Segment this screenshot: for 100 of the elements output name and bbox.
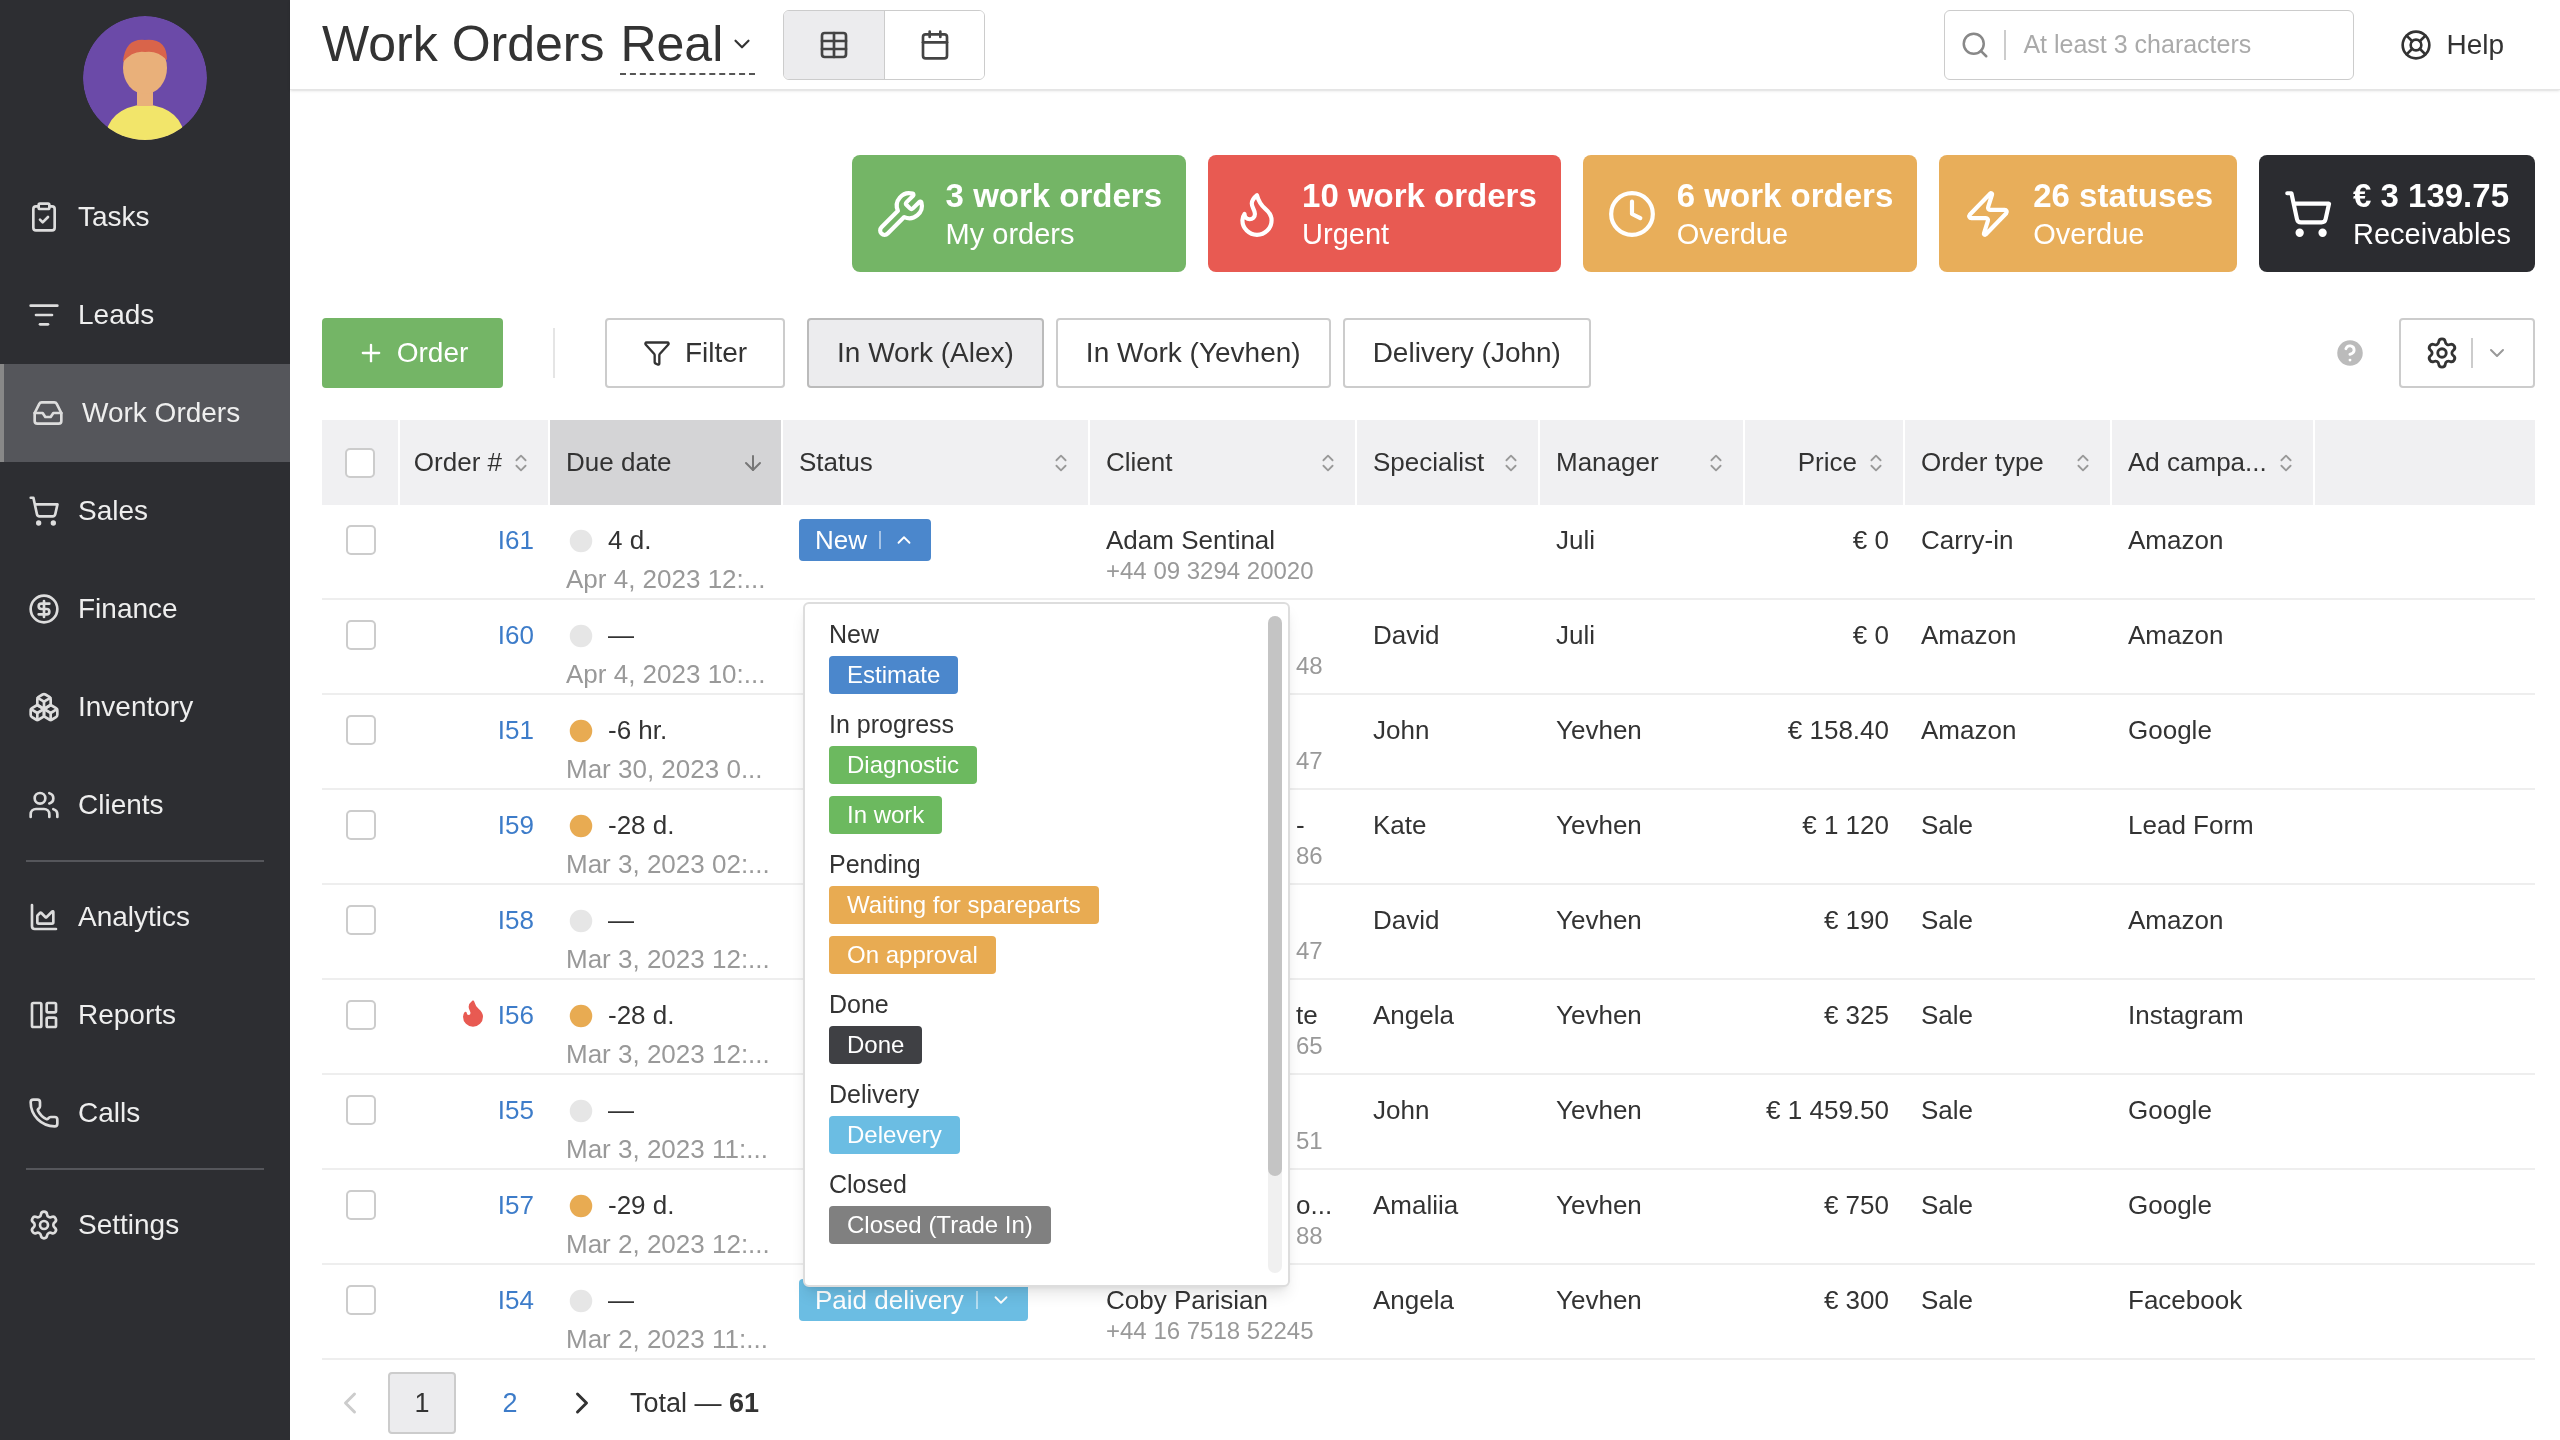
table-cell-text: Sale xyxy=(1921,1094,1974,1127)
column-header[interactable]: Status xyxy=(783,420,1090,505)
sidebar-item[interactable]: Sales xyxy=(0,462,290,560)
due-date: Mar 3, 2023 12:... xyxy=(566,1038,767,1071)
clock-icon xyxy=(1606,188,1657,239)
search-field[interactable]: At least 3 characters xyxy=(1944,9,2355,80)
status-dropdown[interactable]: New xyxy=(799,519,931,561)
card-title: 10 work orders xyxy=(1302,175,1537,216)
table-cell-text: Sale xyxy=(1921,904,1974,937)
due-date: Mar 3, 2023 11:... xyxy=(566,1133,767,1166)
status-group-label: Delivery xyxy=(829,1079,920,1110)
column-header[interactable]: Client xyxy=(1090,420,1357,505)
due-text: — xyxy=(608,1284,634,1317)
row-checkbox[interactable] xyxy=(346,1000,376,1030)
column-header[interactable]: Manager xyxy=(1540,420,1745,505)
row-checkbox[interactable] xyxy=(346,1095,376,1125)
table-cell-text: Amazon xyxy=(2128,524,2224,557)
filter-button[interactable]: Filter xyxy=(605,318,785,388)
status-group-label: Closed xyxy=(829,1169,907,1200)
client-phone: 51 xyxy=(1296,1126,1323,1156)
sidebar-item[interactable]: Settings xyxy=(0,1176,290,1274)
panels-icon xyxy=(28,999,60,1031)
order-link[interactable]: I55 xyxy=(497,1091,534,1130)
table-cell-text: Lead Form xyxy=(2128,809,2254,842)
select-all-checkbox[interactable] xyxy=(345,447,375,478)
order-link[interactable]: I54 xyxy=(497,1281,534,1320)
order-link[interactable]: I57 xyxy=(497,1186,534,1225)
order-link[interactable]: I59 xyxy=(497,806,534,845)
order-link[interactable]: I60 xyxy=(497,616,534,655)
due-text: -6 hr. xyxy=(608,714,668,747)
settings-button[interactable] xyxy=(2399,318,2535,388)
table-cell-text: € 750 xyxy=(1823,1189,1889,1222)
order-link[interactable]: I58 xyxy=(497,901,534,940)
sidebar-item[interactable]: Analytics xyxy=(0,868,290,966)
sidebar-item[interactable]: Inventory xyxy=(0,658,290,756)
sidebar-item[interactable]: Tasks xyxy=(0,168,290,266)
table-cell-text: Sale xyxy=(1921,1189,1974,1222)
table-cell-text: Instagram xyxy=(2128,999,2244,1032)
column-header[interactable]: Price xyxy=(1745,420,1905,505)
sidebar-item[interactable]: Work Orders xyxy=(0,364,290,462)
table-cell-text: John xyxy=(1373,714,1430,747)
status-option[interactable]: Estimate xyxy=(829,656,959,694)
column-header[interactable]: Ad campa... xyxy=(2112,420,2315,505)
view-toggle[interactable] xyxy=(784,10,885,79)
sidebar-item[interactable]: Leads xyxy=(0,266,290,364)
card-title: 6 work orders xyxy=(1676,175,1894,216)
due-date: Apr 4, 2023 10:... xyxy=(566,658,767,691)
row-checkbox[interactable] xyxy=(346,810,376,840)
column-header[interactable]: Due date xyxy=(550,420,783,505)
card-subtitle: Overdue xyxy=(1676,217,1790,252)
table-cell-text: Juli xyxy=(1556,619,1595,652)
settings-icon xyxy=(2425,336,2459,370)
row-checkbox[interactable] xyxy=(346,715,376,745)
client-phone: 47 xyxy=(1296,936,1323,966)
dollar-icon xyxy=(28,593,60,625)
table-cell-text: Juli xyxy=(1556,524,1595,557)
sidebar-item[interactable]: Reports xyxy=(0,966,290,1064)
client-phone: +44 09 3294 20020 xyxy=(1106,556,1314,586)
table-cell-text: Yevhen xyxy=(1556,999,1642,1032)
client-name: te xyxy=(1296,999,1318,1028)
saved-filter-button[interactable]: Delivery (John) xyxy=(1342,318,1591,388)
sidebar-item[interactable]: Calls xyxy=(0,1064,290,1162)
row-checkbox[interactable] xyxy=(346,620,376,650)
page-button[interactable]: 2 xyxy=(476,1372,544,1434)
due-date: Mar 30, 2023 0... xyxy=(566,753,764,786)
sidebar-item[interactable]: Finance xyxy=(0,560,290,658)
table-cell-text: Facebook xyxy=(2128,1284,2243,1317)
order-link[interactable]: I61 xyxy=(497,521,534,560)
due-text: -28 d. xyxy=(608,999,675,1032)
due-text: -29 d. xyxy=(608,1189,675,1222)
row-checkbox[interactable] xyxy=(346,1285,376,1315)
row-checkbox[interactable] xyxy=(346,525,376,555)
table-cell-text: € 0 xyxy=(1852,524,1889,557)
scrollbar[interactable] xyxy=(1268,616,1282,1273)
help-button[interactable]: Help xyxy=(2400,23,2504,66)
page-button[interactable]: 1 xyxy=(388,1372,456,1434)
saved-filter-button[interactable]: In Work (Alex) xyxy=(807,318,1044,388)
card-subtitle: My orders xyxy=(945,217,1076,252)
settings-icon xyxy=(28,1209,60,1241)
sidebar-item[interactable]: Clients xyxy=(0,756,290,854)
row-checkbox[interactable] xyxy=(346,1190,376,1220)
table-cell-text: € 1 459.50 xyxy=(1766,1094,1889,1127)
client-name: o... xyxy=(1296,1189,1333,1218)
lifebuoy-icon xyxy=(2400,28,2433,61)
order-link[interactable]: I56 xyxy=(497,996,534,1035)
order-link[interactable]: I51 xyxy=(497,711,534,750)
client-name: - xyxy=(1296,809,1305,838)
status-option[interactable]: Closed (Trade In) xyxy=(829,1206,1051,1244)
client-phone: 86 xyxy=(1296,841,1323,871)
view-toggle[interactable] xyxy=(884,10,985,79)
column-header[interactable]: Specialist xyxy=(1357,420,1540,505)
table-cell-text: € 158.40 xyxy=(1787,714,1889,747)
saved-filter-button[interactable]: In Work (Yevhen) xyxy=(1055,318,1331,388)
column-header[interactable]: Order type xyxy=(1905,420,2112,505)
status-option[interactable]: Done xyxy=(829,1026,923,1064)
due-date: Apr 4, 2023 12:... xyxy=(566,563,767,596)
table-cell-text: Sale xyxy=(1921,999,1974,1032)
summary-card[interactable]: € 3 139.75 Receivables xyxy=(2259,155,2535,272)
row-checkbox[interactable] xyxy=(346,905,376,935)
view-selector[interactable]: Real xyxy=(620,14,756,75)
